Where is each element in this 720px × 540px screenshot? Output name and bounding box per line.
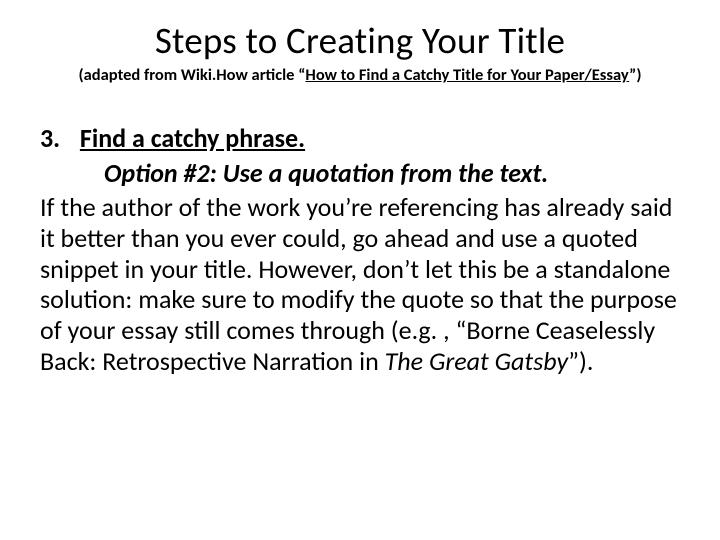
- page-title: Steps to Creating Your Title: [40, 18, 680, 63]
- book-title: The Great Gatsby: [385, 345, 569, 377]
- step-heading: Find a catchy phrase.: [80, 122, 305, 154]
- subtitle-suffix: ”): [629, 65, 641, 85]
- step-paragraph: If the author of the work you’re referen…: [40, 192, 680, 376]
- para-part-2: ”).: [568, 345, 593, 377]
- step-heading-line: 3. Find a catchy phrase.: [40, 123, 680, 154]
- step-number: 3.: [40, 123, 74, 154]
- subtitle: (adapted from Wiki.How article “How to F…: [40, 65, 680, 85]
- body-text: 3. Find a catchy phrase. Option #2: Use …: [40, 123, 680, 376]
- subtitle-prefix: (adapted from Wiki.How article “: [79, 65, 306, 85]
- slide: Steps to Creating Your Title (adapted fr…: [0, 0, 720, 540]
- option-label: Option #2: Use a quotation from the text…: [40, 158, 680, 189]
- source-link[interactable]: How to Find a Catchy Title for Your Pape…: [305, 65, 629, 85]
